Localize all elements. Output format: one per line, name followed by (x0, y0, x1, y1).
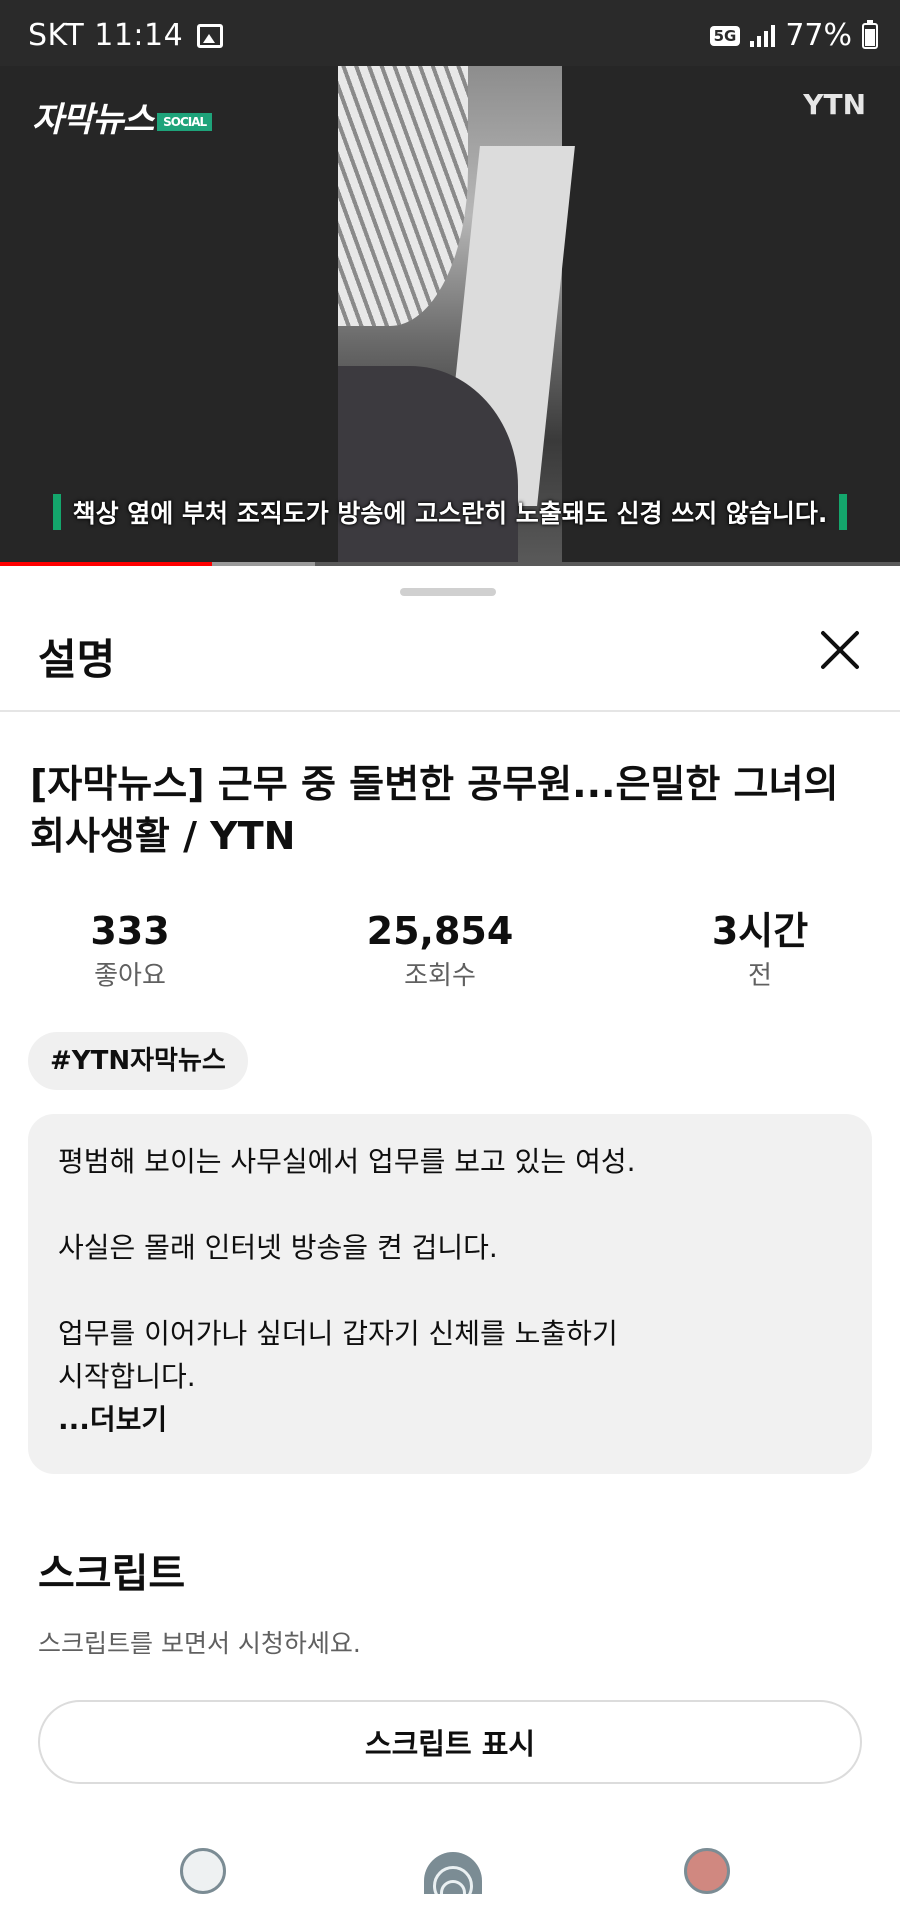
description-line: 사실은 몰래 인터넷 방송을 켠 겁니다. (58, 1231, 498, 1264)
description-line: 평범해 보이는 사무실에서 업무를 보고 있는 여성. (58, 1145, 636, 1178)
network-badge: 5G (709, 25, 741, 46)
script-section-title: 스크립트 (38, 1551, 186, 1597)
brand-tag: SOCIAL (157, 112, 213, 131)
stat-label: 전 (748, 961, 772, 991)
video-title: [자막뉴스] 근무 중 돌변한 공무원...은밀한 그녀의 회사생활 / YTN (30, 762, 839, 858)
status-right: 5G 77% (709, 18, 878, 53)
back-nav-icon[interactable] (180, 1848, 226, 1894)
video-player[interactable]: 자막뉴스 SOCIAL YTN 책상 옆에 부처 조직도가 방송에 고스란히 노출… (0, 66, 900, 566)
recent-nav-icon[interactable] (684, 1848, 730, 1894)
description-sheet: 설명 [자막뉴스] 근무 중 돌변한 공무원...은밀한 그녀의 회사생활 / … (0, 568, 900, 1930)
stat-label: 좋아요 (94, 961, 166, 991)
gallery-icon (197, 23, 224, 48)
description-line: 시작합니다. (58, 1360, 196, 1393)
description-line: 업무를 이어가나 싶더니 갑자기 신체를 노출하기 (58, 1317, 618, 1350)
show-script-button[interactable]: 스크립트 표시 (38, 1700, 862, 1784)
stat-likes: 333 좋아요 (0, 906, 260, 996)
divider (0, 710, 900, 712)
channel-logo: YTN (803, 88, 866, 121)
hashtag-chip[interactable]: #YTN자막뉴스 (28, 1032, 248, 1090)
stat-views: 25,854 조회수 (310, 906, 570, 996)
brand-logo-text: 자막뉴스 (32, 100, 154, 140)
status-left: SKT 11:14 (28, 18, 224, 53)
subtitle-text: 책상 옆에 부처 조직도가 방송에 고스란히 노출돼도 신경 쓰지 않습니다. (72, 499, 828, 528)
script-section-subtitle: 스크립트를 보면서 시청하세요. (38, 1629, 361, 1658)
stat-age: 3시간 전 (630, 906, 890, 996)
video-scene-stripes (338, 66, 468, 326)
stat-value: 333 (90, 909, 170, 953)
stat-value: 3시간 (711, 909, 809, 953)
battery-icon (862, 19, 878, 49)
drag-handle[interactable] (400, 588, 496, 596)
video-progress-bar[interactable] (0, 562, 900, 566)
sheet-title: 설명 (38, 635, 116, 684)
subtitle-bar-left (52, 494, 61, 530)
signal-icon (750, 24, 776, 47)
status-bar: SKT 11:14 5G 77% (0, 0, 900, 66)
progress-played (0, 562, 212, 566)
description-gap (58, 1183, 842, 1226)
subtitle-bar-right (839, 494, 848, 530)
brand-logo: 자막뉴스 SOCIAL (32, 92, 213, 141)
show-more-link[interactable]: ...더보기 (58, 1398, 842, 1441)
description-gap (58, 1269, 842, 1312)
stat-label: 조회수 (404, 961, 476, 991)
system-nav-bar (0, 1808, 900, 1930)
close-icon[interactable] (810, 620, 870, 680)
stats-row: 333 좋아요 25,854 조회수 3시간 전 (0, 906, 900, 1016)
battery-percent: 77% (785, 18, 852, 53)
home-nav-icon[interactable] (424, 1852, 482, 1894)
carrier-time: SKT 11:14 (28, 18, 184, 53)
description-box[interactable]: 평범해 보이는 사무실에서 업무를 보고 있는 여성. 사실은 몰래 인터넷 방… (28, 1114, 872, 1474)
stat-value: 25,854 (366, 909, 514, 953)
video-subtitle: 책상 옆에 부처 조직도가 방송에 고스란히 노출돼도 신경 쓰지 않습니다. (34, 490, 866, 534)
